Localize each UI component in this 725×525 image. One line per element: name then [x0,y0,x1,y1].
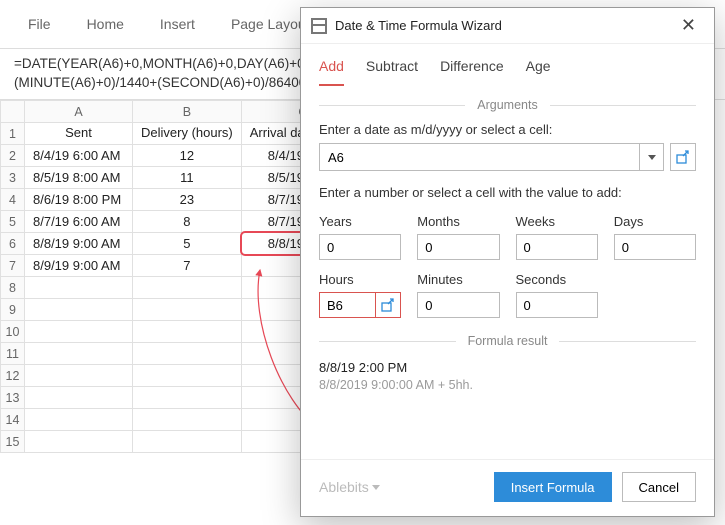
dialog-tabs: Add Subtract Difference Age [301,44,714,86]
seconds-input[interactable] [516,292,598,318]
cell[interactable] [25,387,133,409]
tab-subtract[interactable]: Subtract [366,52,418,86]
cell-picker-icon [676,150,690,164]
dialog-titlebar: Date & Time Formula Wizard ✕ [301,8,714,44]
cell[interactable] [25,321,133,343]
section-result: Formula result [319,334,696,348]
weeks-label: Weeks [516,214,598,229]
result-description: 8/8/2019 9:00:00 AM + 5hh. [319,378,696,392]
cell[interactable]: 7 [133,255,242,277]
cell[interactable] [25,409,133,431]
brand-menu[interactable]: Ablebits [319,479,380,495]
cell[interactable]: 8/9/19 9:00 AM [25,255,133,277]
minutes-input[interactable] [417,292,499,318]
row-head[interactable]: 2 [1,145,25,167]
insert-formula-button[interactable]: Insert Formula [494,472,612,502]
result-value: 8/8/19 2:00 PM [319,360,696,375]
cell[interactable]: 8/4/19 6:00 AM [25,145,133,167]
chevron-down-icon [372,485,380,490]
cell[interactable]: 8/7/19 6:00 AM [25,211,133,233]
cell[interactable]: 8 [133,211,242,233]
chevron-down-icon [648,155,656,160]
cell[interactable]: 8/6/19 8:00 PM [25,189,133,211]
section-arguments-label: Arguments [465,98,549,112]
days-input[interactable] [614,234,696,260]
close-icon[interactable]: ✕ [673,11,704,40]
cell[interactable]: 5 [133,233,242,255]
ribbon-tab-insert[interactable]: Insert [142,4,213,44]
section-arguments: Arguments [319,98,696,112]
row-head[interactable]: 6 [1,233,25,255]
row-head[interactable]: 13 [1,387,25,409]
dialog-title: Date & Time Formula Wizard [335,18,502,33]
cell[interactable] [133,431,242,453]
ribbon-tab-file[interactable]: File [10,4,69,44]
cell[interactable] [133,321,242,343]
years-label: Years [319,214,401,229]
cell[interactable]: 11 [133,167,242,189]
row-head[interactable]: 1 [1,123,25,145]
cell[interactable]: 12 [133,145,242,167]
cell[interactable] [25,299,133,321]
date-cell-picker[interactable] [670,143,696,171]
header-delivery[interactable]: Delivery (hours) [133,123,242,145]
hours-cell-picker[interactable] [375,292,401,318]
row-head[interactable]: 9 [1,299,25,321]
row-head[interactable]: 3 [1,167,25,189]
number-label: Enter a number or select a cell with the… [319,185,696,200]
hours-input[interactable] [319,292,375,318]
cancel-button[interactable]: Cancel [622,472,696,502]
weeks-input[interactable] [516,234,598,260]
row-head[interactable]: 7 [1,255,25,277]
cell-picker-icon [381,298,395,312]
date-dropdown[interactable] [640,143,664,171]
section-result-label: Formula result [456,334,560,348]
cell[interactable] [133,365,242,387]
cell[interactable] [25,343,133,365]
cell[interactable]: 8/5/19 8:00 AM [25,167,133,189]
cell[interactable] [133,409,242,431]
cell[interactable]: 8/8/19 9:00 AM [25,233,133,255]
months-label: Months [417,214,499,229]
row-head[interactable]: 15 [1,431,25,453]
date-label: Enter a date as m/d/yyyy or select a cel… [319,122,696,137]
tab-add[interactable]: Add [319,52,344,86]
header-sent[interactable]: Sent [25,123,133,145]
corner-cell[interactable] [1,101,25,123]
row-head[interactable]: 5 [1,211,25,233]
minutes-label: Minutes [417,272,499,287]
cell[interactable]: 23 [133,189,242,211]
seconds-label: Seconds [516,272,598,287]
cell[interactable] [25,365,133,387]
cell[interactable] [25,431,133,453]
date-time-wizard-dialog: Date & Time Formula Wizard ✕ Add Subtrac… [300,7,715,517]
row-head[interactable]: 10 [1,321,25,343]
date-input[interactable] [319,143,640,171]
cell[interactable] [25,277,133,299]
row-head[interactable]: 8 [1,277,25,299]
col-head-B[interactable]: B [133,101,242,123]
ribbon-tab-home[interactable]: Home [69,4,142,44]
row-head[interactable]: 14 [1,409,25,431]
cell[interactable] [133,277,242,299]
cell[interactable] [133,343,242,365]
col-head-A[interactable]: A [25,101,133,123]
tab-difference[interactable]: Difference [440,52,504,86]
tab-age[interactable]: Age [526,52,551,86]
calendar-icon [311,18,327,34]
row-head[interactable]: 11 [1,343,25,365]
hours-label: Hours [319,272,401,287]
cell[interactable] [133,387,242,409]
row-head[interactable]: 4 [1,189,25,211]
cell[interactable] [133,299,242,321]
months-input[interactable] [417,234,499,260]
brand-label: Ablebits [319,479,369,495]
row-head[interactable]: 12 [1,365,25,387]
days-label: Days [614,214,696,229]
years-input[interactable] [319,234,401,260]
